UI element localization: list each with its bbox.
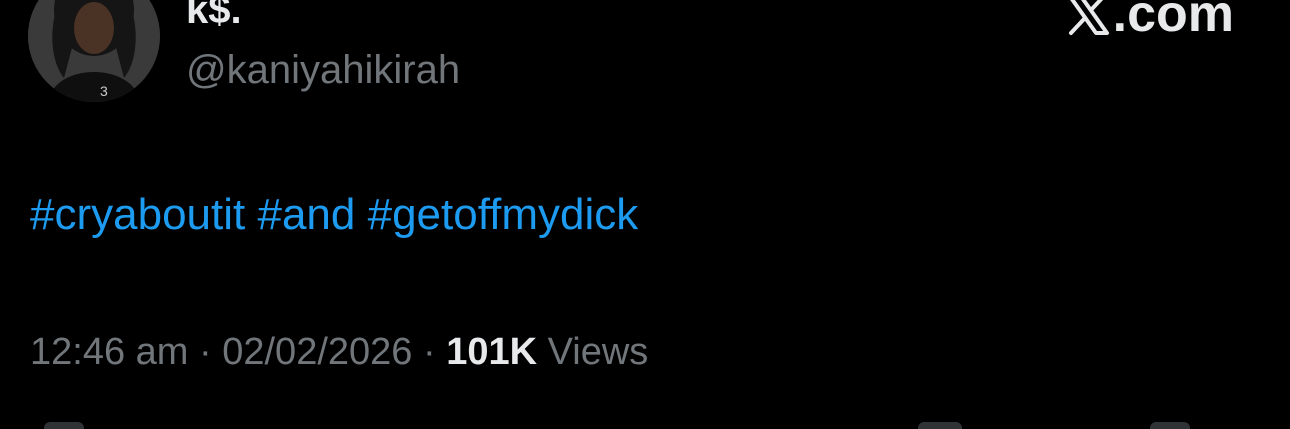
tweet-text: #cryaboutit #and #getoffmydick bbox=[30, 188, 638, 242]
source-watermark: .com bbox=[1065, 0, 1234, 46]
avatar-image: 3 bbox=[28, 0, 160, 102]
bookmark-icon[interactable] bbox=[918, 422, 962, 429]
views-count[interactable]: 101K bbox=[446, 331, 537, 373]
meta-separator: · bbox=[422, 331, 436, 373]
share-icon[interactable] bbox=[1150, 422, 1190, 429]
x-logo-icon bbox=[1068, 0, 1109, 35]
tweet-time[interactable]: 12:46 am bbox=[30, 331, 188, 373]
meta-separator: · bbox=[199, 331, 212, 373]
reply-icon[interactable] bbox=[44, 422, 84, 429]
hashtag-link[interactable]: #cryaboutit bbox=[30, 190, 245, 239]
author-display-name[interactable]: k$. bbox=[186, 0, 242, 34]
source-label: .com bbox=[1112, 0, 1234, 43]
tweet-date[interactable]: 02/02/2026 bbox=[222, 331, 412, 373]
hashtag-link[interactable]: #and bbox=[257, 190, 355, 239]
avatar[interactable]: 3 bbox=[28, 0, 160, 102]
tweet-meta: 12:46 am · 02/02/2026 · 101K Views bbox=[30, 328, 648, 376]
author-handle[interactable]: @kaniyahikirah bbox=[186, 46, 460, 94]
views-label[interactable]: Views bbox=[548, 331, 649, 373]
hashtag-link[interactable]: #getoffmydick bbox=[368, 190, 639, 239]
action-bar bbox=[0, 418, 1290, 429]
svg-text:3: 3 bbox=[100, 83, 108, 99]
